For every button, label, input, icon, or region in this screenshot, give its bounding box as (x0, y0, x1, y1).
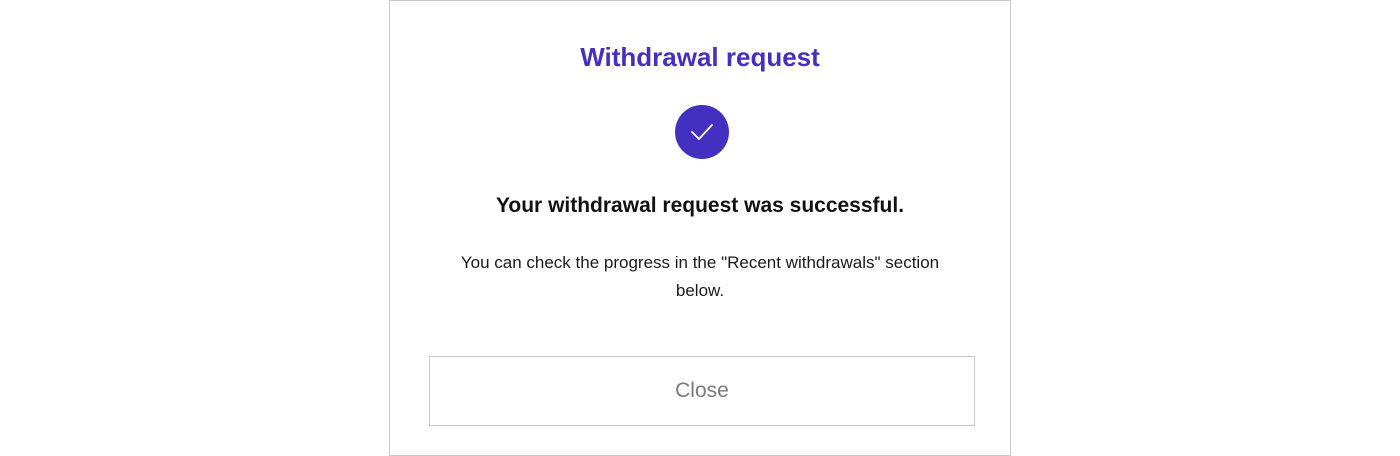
withdrawal-dialog: Withdrawal request Your withdrawal reque… (389, 0, 1011, 456)
success-headline: Your withdrawal request was successful. (495, 194, 905, 217)
close-button[interactable]: Close (429, 356, 975, 426)
dialog-title: Withdrawal request (580, 42, 820, 72)
check-icon (691, 124, 713, 140)
success-badge (675, 105, 729, 159)
success-message: You can check the progress in the "Recen… (460, 253, 940, 300)
